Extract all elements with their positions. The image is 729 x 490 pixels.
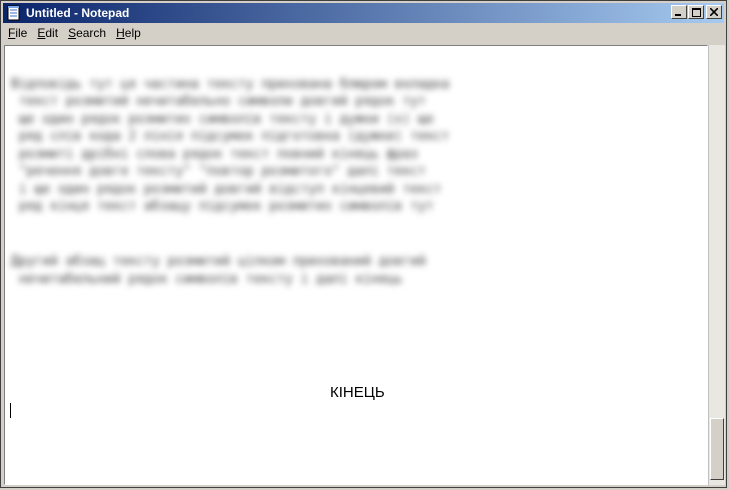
title-bar[interactable]: Untitled - Notepad xyxy=(3,3,724,23)
window-controls xyxy=(670,5,722,19)
scrollbar-thumb[interactable] xyxy=(710,418,724,480)
maximize-icon xyxy=(691,7,701,17)
close-button[interactable] xyxy=(706,5,722,19)
notepad-window: Untitled - Notepad File Edit Search Help… xyxy=(0,0,727,488)
maximize-button[interactable] xyxy=(688,5,704,19)
blurred-text: Вiдповiдь тут ця частина тексту прихован… xyxy=(11,58,691,323)
menu-bar: File Edit Search Help xyxy=(3,24,724,42)
minimize-button[interactable] xyxy=(671,5,687,19)
text-editor[interactable]: Вiдповiдь тут ця частина тексту прихован… xyxy=(4,45,708,485)
menu-search[interactable]: Search xyxy=(63,26,111,40)
vertical-scrollbar[interactable] xyxy=(708,45,725,485)
text-caret xyxy=(10,403,11,418)
menu-file[interactable]: File xyxy=(3,26,32,40)
blurred-paragraph-2: Другий абзац тексту розмитий цiлком прих… xyxy=(11,254,426,287)
window-title: Untitled - Notepad xyxy=(26,6,130,20)
end-word-text: КІНЕЦЬ xyxy=(330,384,385,401)
blurred-paragraph-1: Вiдповiдь тут ця частина тексту прихован… xyxy=(11,76,450,215)
menu-help[interactable]: Help xyxy=(111,26,146,40)
close-icon xyxy=(710,8,718,16)
notepad-icon xyxy=(6,5,22,21)
menu-edit[interactable]: Edit xyxy=(32,26,63,40)
minimize-icon xyxy=(675,14,681,16)
